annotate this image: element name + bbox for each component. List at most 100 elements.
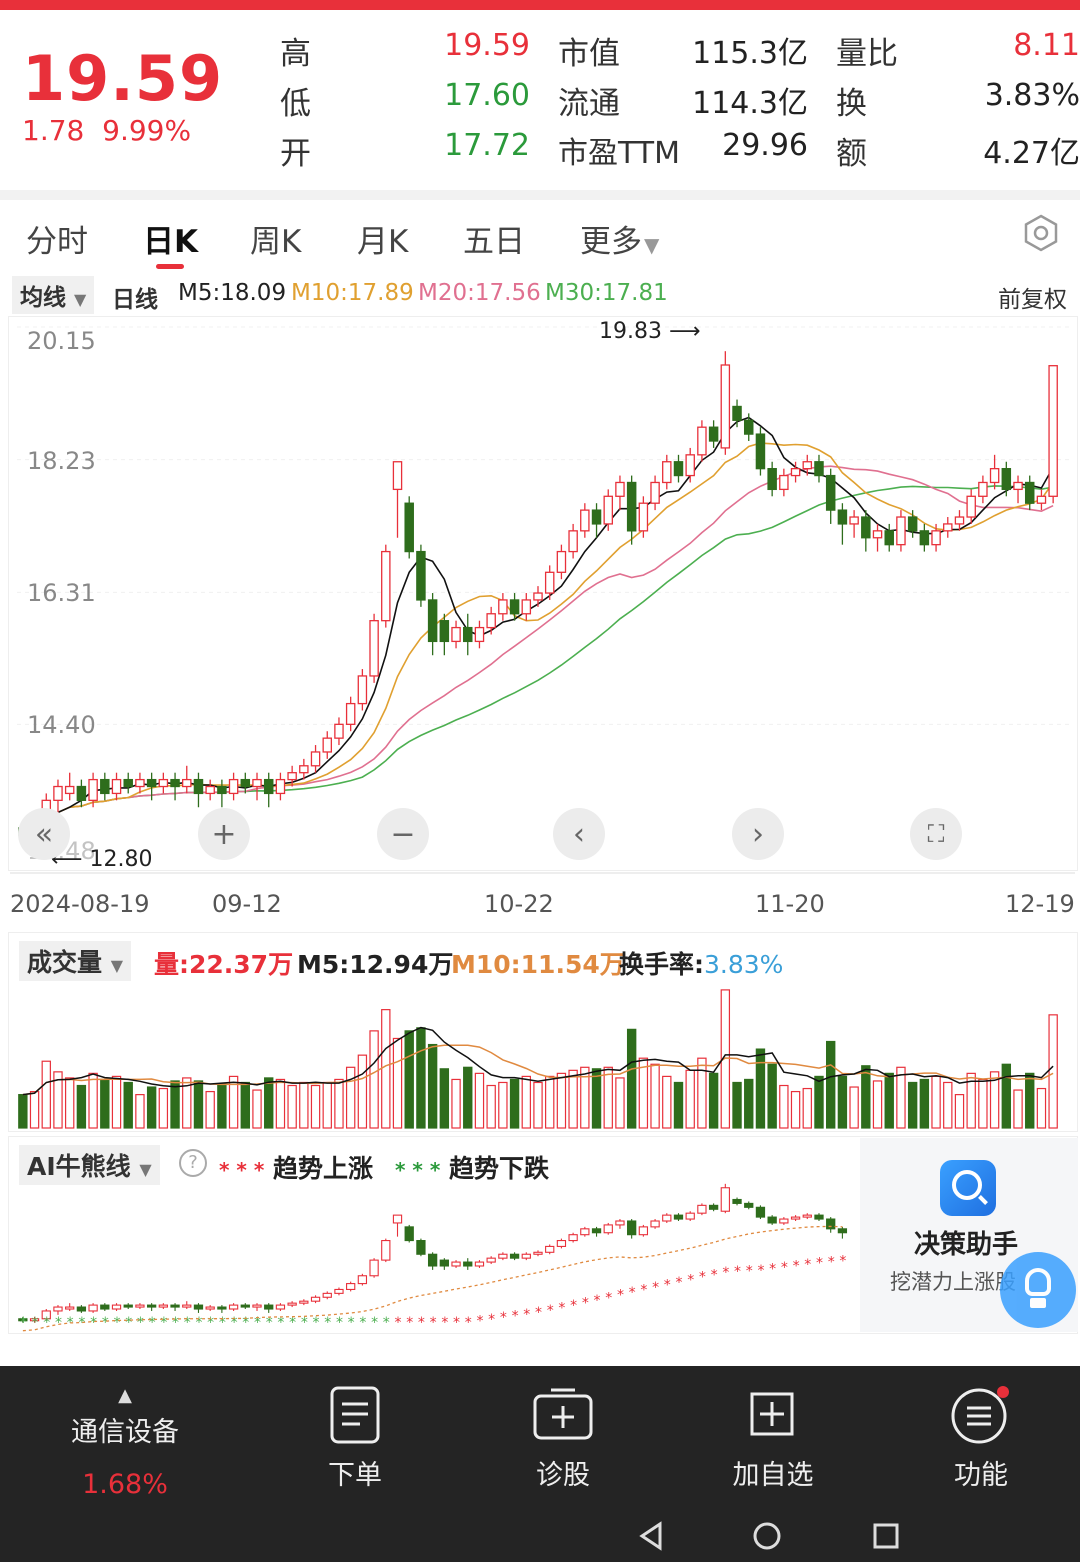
trend-dot: *	[523, 1307, 530, 1323]
adjust-mode[interactable]: 前复权	[998, 280, 1067, 314]
candle-body	[381, 550, 391, 622]
ai-candle-body	[322, 1292, 332, 1298]
ai-candle-body	[299, 1300, 309, 1304]
tab-weekly-k[interactable]: 周K	[250, 216, 301, 261]
trend-dot: *	[219, 1315, 226, 1331]
volratio-label: 量比	[836, 36, 898, 72]
ai-candle-body	[638, 1226, 649, 1236]
tab-five-day[interactable]: 五日	[463, 216, 525, 261]
candle-body	[1024, 481, 1035, 504]
volume-panel[interactable]: 成交量 ▼ 量:22.37万 M5:12.94万 M10:11.54万 换手率:…	[8, 932, 1078, 1132]
ma-dropdown[interactable]: 均线 ▼	[12, 276, 95, 314]
volume-bar	[193, 1080, 204, 1129]
volume-bar	[673, 1081, 684, 1129]
tab-daily-k[interactable]: 日K	[143, 216, 198, 261]
nav-recent-icon[interactable]	[873, 1523, 899, 1549]
volume-bar	[287, 1084, 297, 1129]
volume-bar	[568, 1069, 578, 1129]
ai-candle-body	[427, 1253, 438, 1267]
trend-dot: *	[804, 1257, 811, 1273]
order-button[interactable]: 下单	[300, 1386, 410, 1492]
trend-dot: *	[195, 1315, 202, 1331]
ai-candle-body	[732, 1198, 742, 1204]
trend-dot: *	[184, 1315, 191, 1331]
volume-bar	[322, 1081, 332, 1129]
candlestick-chart[interactable]: 20.15 18.23 16.31 14.40 12.48 19.83 ⟶ ⟵ …	[8, 316, 1078, 872]
volratio-value: 8.11	[1013, 28, 1080, 63]
trend-dot: *	[90, 1315, 97, 1331]
next-icon[interactable]: ›	[732, 808, 784, 860]
candle-body	[779, 474, 789, 491]
functions-button[interactable]: 功能	[926, 1386, 1036, 1492]
candle-body	[732, 405, 742, 421]
volume-bar	[603, 1066, 613, 1129]
diagnose-button[interactable]: 诊股	[508, 1386, 618, 1492]
volume-bar	[626, 1028, 637, 1129]
pe-value: 29.96	[722, 128, 808, 163]
tab-intraday[interactable]: 分时	[26, 216, 88, 261]
section-divider	[0, 190, 1080, 200]
settings-hexagon-icon[interactable]	[1022, 214, 1060, 252]
trend-dot: *	[453, 1315, 460, 1331]
menu-circle-icon	[951, 1386, 1009, 1444]
volume-bar	[638, 1057, 649, 1129]
nav-back-icon[interactable]	[639, 1521, 662, 1551]
volume-bar	[463, 1066, 473, 1129]
prev-icon[interactable]: ‹	[553, 808, 605, 860]
caret-up-icon: ▲	[118, 1385, 132, 1406]
ai-candle-body	[264, 1304, 274, 1310]
candle-body	[182, 778, 192, 788]
candle-body	[427, 599, 438, 643]
ai-candle-body	[826, 1218, 836, 1230]
zoom-out-icon[interactable]: −	[377, 808, 429, 860]
amount-value: 4.27亿	[983, 136, 1080, 171]
volume-bar	[100, 1078, 110, 1129]
x-tick-label: 12-19	[1005, 890, 1075, 918]
volume-bar	[427, 1043, 438, 1129]
candle-body	[451, 626, 461, 643]
ma5-value: M5:18.09	[178, 280, 287, 306]
candle-body	[404, 502, 414, 553]
decision-assistant-card[interactable]: 决策助手 挖潜力上涨股	[860, 1138, 1078, 1332]
ai-candle-body	[509, 1253, 520, 1259]
volume-bar	[416, 1027, 426, 1129]
fullscreen-icon[interactable]: ⛶	[910, 808, 962, 860]
volume-bar	[744, 1078, 754, 1129]
ai-candle-body	[591, 1228, 602, 1234]
volume-bar	[556, 1072, 567, 1129]
volume-bar	[884, 1072, 894, 1129]
sector-button[interactable]: ▲ 通信设备 1.68%	[60, 1385, 190, 1501]
candle-body	[919, 530, 930, 546]
candle-body	[720, 364, 731, 449]
tab-monthly-k[interactable]: 月K	[357, 216, 408, 261]
lightbulb-icon[interactable]	[1000, 1252, 1076, 1328]
trend-dot: *	[301, 1315, 308, 1331]
ai-candle-body	[650, 1220, 660, 1228]
trend-dot: *	[734, 1264, 741, 1280]
scroll-left-icon[interactable]: «	[18, 808, 70, 860]
diagnose-box-icon	[533, 1388, 593, 1440]
mktcap-label: 市值	[558, 36, 620, 72]
trend-dot: *	[55, 1315, 62, 1331]
ai-candle-body	[392, 1214, 403, 1224]
x-tick-label: 2024-08-19	[10, 890, 150, 918]
volume-bar	[88, 1072, 98, 1129]
add-watchlist-button[interactable]: 加自选	[718, 1386, 828, 1492]
zoom-in-icon[interactable]: +	[198, 808, 250, 860]
x-tick-label: 09-12	[212, 890, 282, 918]
ma-indicator-bar: 均线 ▼ 日线 M5:18.09 M10:17.89 M20:17.56 M30…	[0, 276, 1080, 314]
volume-bar	[697, 1057, 707, 1129]
volume-bar	[650, 1063, 660, 1129]
candle-body	[615, 481, 625, 497]
ai-candle-body	[193, 1304, 204, 1310]
open-label: 开	[280, 136, 311, 172]
tab-more[interactable]: 更多 ▼	[580, 216, 659, 261]
volume-bar	[521, 1075, 531, 1129]
nav-home-icon[interactable]	[753, 1522, 781, 1550]
candle-body	[474, 626, 485, 643]
volume-bar	[755, 1048, 766, 1129]
trend-dot: *	[160, 1315, 167, 1331]
candle-body	[439, 620, 450, 643]
candle-body	[638, 502, 649, 532]
volume-bar	[381, 1009, 391, 1129]
